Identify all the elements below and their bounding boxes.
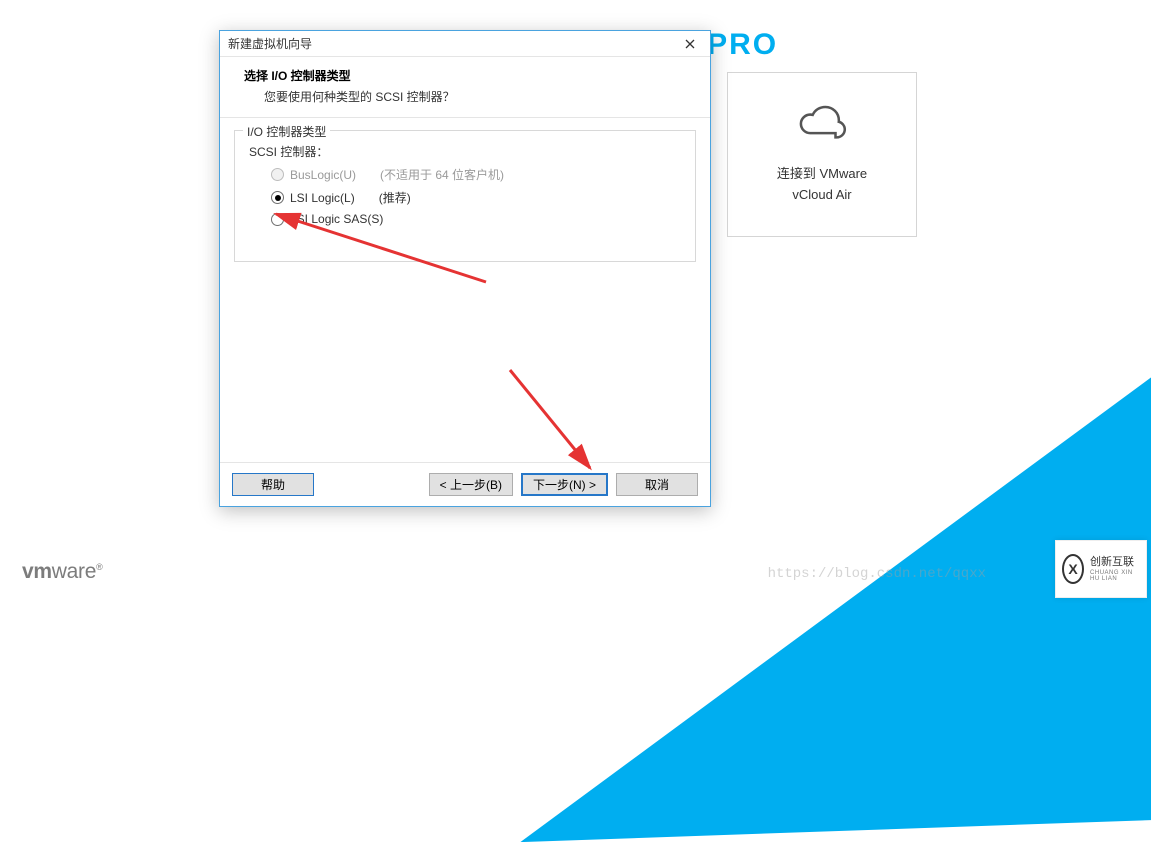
cancel-button[interactable]: 取消 xyxy=(616,473,698,496)
next-button[interactable]: 下一步(N) > xyxy=(521,473,608,496)
dialog-button-bar: 帮助 < 上一步(B) 下一步(N) > 取消 xyxy=(220,462,710,506)
radio-icon xyxy=(271,168,284,181)
cloud-icon xyxy=(795,103,849,148)
close-icon xyxy=(685,39,695,49)
dialog-title: 新建虚拟机向导 xyxy=(228,35,312,52)
radio-buslogic: BusLogic(U) (不适用于 64 位客户机) xyxy=(271,166,681,183)
header-title: 选择 I/O 控制器类型 xyxy=(244,67,696,84)
new-vm-wizard-dialog: 新建虚拟机向导 选择 I/O 控制器类型 您要使用何种类型的 SCSI 控制器？… xyxy=(219,30,711,507)
radio-note: (推荐) xyxy=(379,189,411,206)
dialog-titlebar: 新建虚拟机向导 xyxy=(220,31,710,57)
vmware-logo: vmware® xyxy=(22,560,102,584)
radio-lsi-logic[interactable]: LSI Logic(L) (推荐) xyxy=(271,189,681,206)
close-button[interactable] xyxy=(676,34,704,54)
radio-icon xyxy=(271,213,284,226)
scsi-controller-label: SCSI 控制器： xyxy=(249,143,681,160)
radio-note: (不适用于 64 位客户机) xyxy=(380,166,504,183)
vcloud-card[interactable]: 连接到 VMware vCloud Air xyxy=(727,72,917,237)
radio-label: LSI Logic(L) xyxy=(290,191,355,205)
header-subtitle: 您要使用何种类型的 SCSI 控制器？ xyxy=(244,88,696,105)
io-controller-fieldset: I/O 控制器类型 SCSI 控制器： BusLogic(U) (不适用于 64… xyxy=(234,130,696,262)
brand-badge: X 创新互联 CHUANG XIN HU LIAN xyxy=(1055,540,1147,598)
watermark: https://blog.csdn.net/qqxx xyxy=(768,566,986,582)
dialog-content: I/O 控制器类型 SCSI 控制器： BusLogic(U) (不适用于 64… xyxy=(220,118,710,462)
radio-label: BusLogic(U) xyxy=(290,168,356,182)
radio-icon xyxy=(271,191,284,204)
radio-lsi-logic-sas[interactable]: LSI Logic SAS(S) xyxy=(271,212,681,226)
radio-label: LSI Logic SAS(S) xyxy=(290,212,383,226)
back-button[interactable]: < 上一步(B) xyxy=(429,473,513,496)
vcloud-label: 连接到 VMware vCloud Air xyxy=(777,164,867,206)
dialog-header: 选择 I/O 控制器类型 您要使用何种类型的 SCSI 控制器？ xyxy=(220,57,710,118)
help-button[interactable]: 帮助 xyxy=(232,473,314,496)
fieldset-legend: I/O 控制器类型 xyxy=(243,123,330,140)
